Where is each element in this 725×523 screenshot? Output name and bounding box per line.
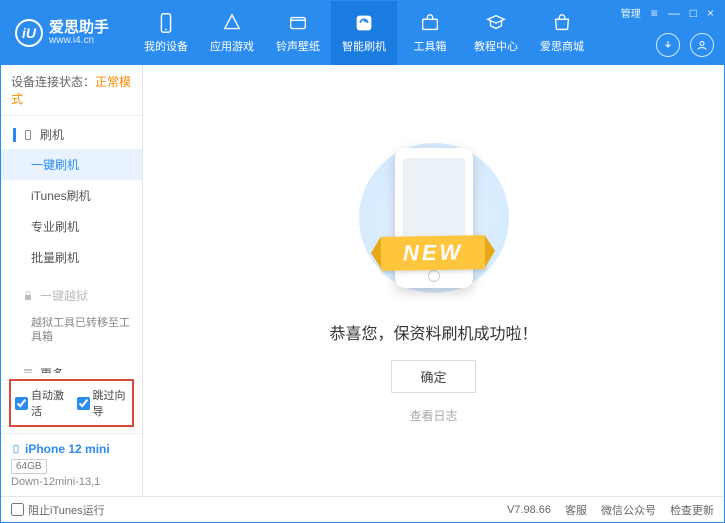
nav-store[interactable]: 爱思商城 [529,1,595,65]
section-label: 更多 [40,365,64,373]
logo-icon: iU [15,19,43,47]
checkbox-label: 自动激活 [31,387,67,419]
download-button[interactable] [656,33,680,57]
maximize-icon[interactable]: □ [690,6,697,20]
body: 设备连接状态：正常模式 刷机 一键刷机 iTunes刷机 专业刷机 批量刷机 一… [1,65,724,496]
header: iU 爱思助手 www.i4.cn 我的设备 应用游戏 铃声壁纸 智能刷机 [1,1,724,65]
nav-label: 铃声壁纸 [276,38,320,54]
section-label: 刷机 [40,126,64,143]
header-right: 管理 ≡ — □ × [621,1,714,65]
window-controls: 管理 ≡ — □ × [621,5,714,20]
jailbreak-note: 越狱工具已转移至工具箱 [1,310,142,351]
sidebar-item-pro-flash[interactable]: 专业刷机 [1,211,142,242]
wechat-link[interactable]: 微信公众号 [601,502,656,518]
nav-smart-flash[interactable]: 智能刷机 [331,1,397,65]
section-jailbreak: 一键越狱 [1,281,142,310]
vip-link[interactable]: 管理 [621,5,641,20]
checkbox-input[interactable] [15,397,28,410]
nav-tutorials[interactable]: 教程中心 [463,1,529,65]
brand-name: 爱思助手 [49,20,109,35]
checkbox-skip-guide[interactable]: 跳过向导 [77,387,129,419]
options-highlight-box: 自动激活 跳过向导 [9,379,134,427]
conn-label: 设备连接状态： [11,75,95,89]
main-panel: NEW 恭喜您，保资料刷机成功啦！ 确定 查看日志 [143,65,724,496]
nav-label: 爱思商城 [540,38,584,54]
logo-block: iU 爱思助手 www.i4.cn [1,19,133,47]
nav-label: 教程中心 [474,38,518,54]
device-sub: Down-12mini-13,1 [11,476,132,488]
menu-icon[interactable]: ≡ [651,6,658,20]
sidebar: 设备连接状态：正常模式 刷机 一键刷机 iTunes刷机 专业刷机 批量刷机 一… [1,65,143,496]
lock-icon [22,290,34,302]
sidebar-item-batch-flash[interactable]: 批量刷机 [1,242,142,273]
sidebar-item-itunes-flash[interactable]: iTunes刷机 [1,180,142,211]
service-link[interactable]: 客服 [565,502,587,518]
sidebar-item-onekey-flash[interactable]: 一键刷机 [1,149,142,180]
checkbox-auto-activate[interactable]: 自动激活 [15,387,67,419]
close-icon[interactable]: × [707,6,714,20]
view-log-link[interactable]: 查看日志 [409,407,457,424]
version-label: V7.98.66 [507,504,551,516]
check-update-link[interactable]: 检查更新 [670,502,714,518]
list-icon [22,367,34,373]
nav-apps-games[interactable]: 应用游戏 [199,1,265,65]
block-itunes-checkbox[interactable]: 阻止iTunes运行 [11,502,105,518]
section-more[interactable]: 更多 [1,359,142,373]
checkbox-input[interactable] [77,397,90,410]
nav-ringtones[interactable]: 铃声壁纸 [265,1,331,65]
checkbox-label: 跳过向导 [93,387,129,419]
brand-url: www.i4.cn [49,35,109,46]
nav-label: 工具箱 [414,38,447,54]
section-label: 一键越狱 [40,287,88,304]
nav-label: 智能刷机 [342,38,386,54]
connection-status: 设备连接状态：正常模式 [1,65,142,116]
phone-icon [11,442,21,456]
device-block[interactable]: iPhone 12 mini 64GB Down-12mini-13,1 [1,433,142,496]
ok-button[interactable]: 确定 [391,360,475,393]
checkbox-label: 阻止iTunes运行 [28,502,105,518]
section-flash[interactable]: 刷机 [1,120,142,149]
device-name: iPhone 12 mini [11,442,132,456]
checkbox-input[interactable] [11,503,24,516]
nav-toolbox[interactable]: 工具箱 [397,1,463,65]
success-illustration: NEW [329,138,539,298]
user-button[interactable] [690,33,714,57]
footer: 阻止iTunes运行 V7.98.66 客服 微信公众号 检查更新 [1,496,724,522]
success-message: 恭喜您，保资料刷机成功啦！ [329,320,537,344]
new-ribbon: NEW [381,235,486,271]
nav-label: 我的设备 [144,38,188,54]
app-window: iU 爱思助手 www.i4.cn 我的设备 应用游戏 铃声壁纸 智能刷机 [0,0,725,523]
nav-label: 应用游戏 [210,38,254,54]
minimize-icon[interactable]: — [668,6,680,20]
top-nav: 我的设备 应用游戏 铃声壁纸 智能刷机 工具箱 教程中心 [133,1,595,65]
storage-badge: 64GB [11,459,47,474]
phone-icon [22,129,34,141]
nav-my-device[interactable]: 我的设备 [133,1,199,65]
